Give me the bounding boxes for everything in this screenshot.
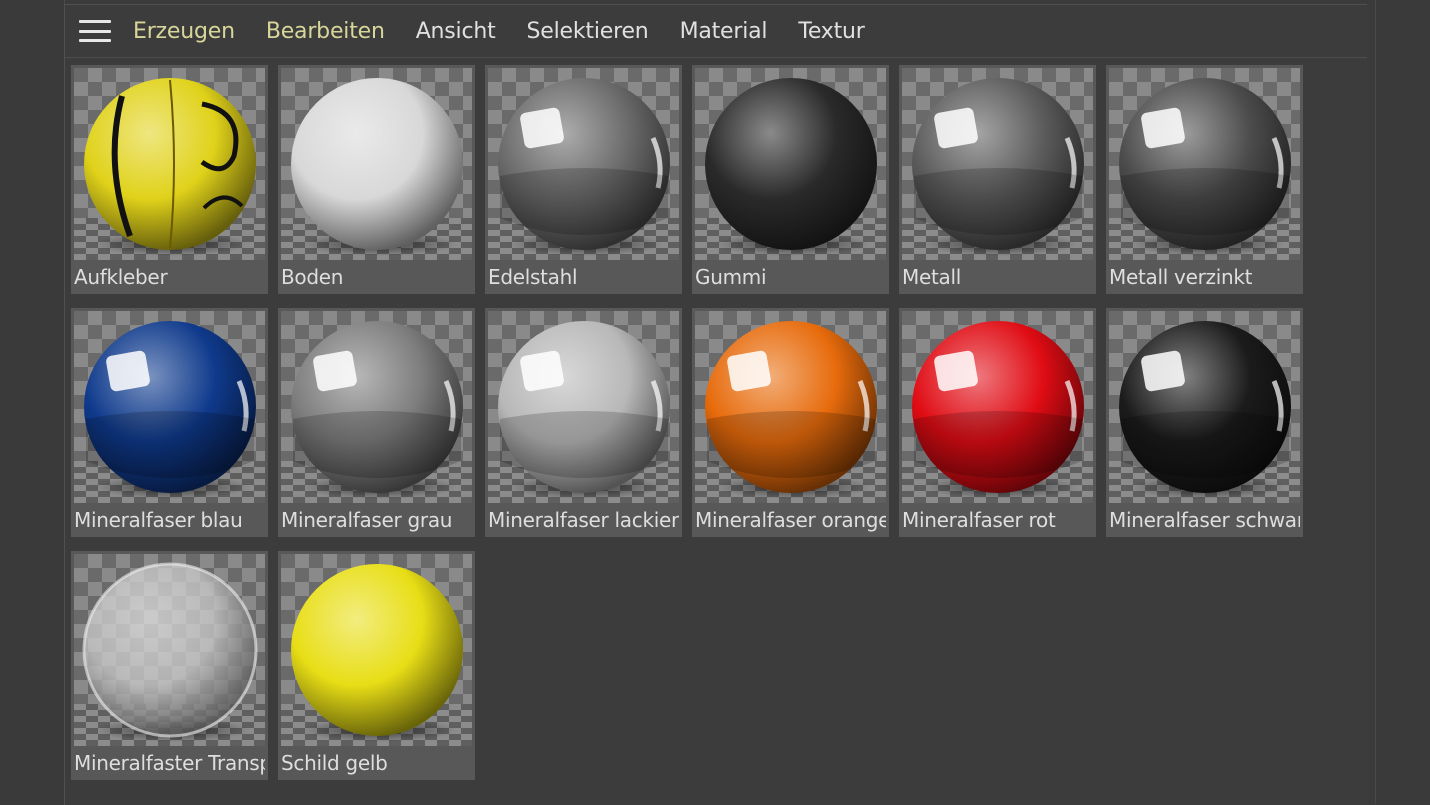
material-grid: Aufkleber Boden Edelstahl Gummi Metall M… — [71, 65, 1303, 780]
material-preview — [281, 554, 472, 746]
material-manager-menubar: Erzeugen Bearbeiten Ansicht Selektieren … — [65, 5, 1367, 58]
material-sphere-icon — [74, 68, 265, 260]
material-name: Schild gelb — [281, 751, 388, 775]
material-tile[interactable]: Edelstahl — [485, 65, 682, 294]
material-sphere-icon — [74, 311, 265, 503]
material-tile[interactable]: Metall — [899, 65, 1096, 294]
material-tile[interactable]: Mineralfaser orange — [692, 308, 889, 537]
right-panel-edge — [1375, 0, 1430, 804]
material-sphere-icon — [902, 311, 1093, 503]
material-preview — [488, 311, 679, 503]
material-sphere-icon — [281, 68, 472, 260]
material-preview — [281, 68, 472, 260]
material-name: Mineralfaser grau — [281, 508, 453, 532]
material-preview — [74, 311, 265, 503]
material-name: Mineralfaster Transparent — [74, 751, 265, 775]
material-tile[interactable]: Mineralfaser grau — [278, 308, 475, 537]
material-preview — [1109, 311, 1300, 503]
material-name: Mineralfaser lackiert — [488, 508, 679, 532]
material-preview — [74, 68, 265, 260]
material-name: Mineralfaser blau — [74, 508, 243, 532]
material-name: Mineralfaser rot — [902, 508, 1056, 532]
material-manager-panel: Erzeugen Bearbeiten Ansicht Selektieren … — [64, 4, 1367, 805]
material-name: Edelstahl — [488, 265, 578, 289]
material-preview — [488, 68, 679, 260]
material-tile[interactable]: Aufkleber — [71, 65, 268, 294]
material-sphere-icon — [1109, 311, 1300, 503]
material-name: Gummi — [695, 265, 767, 289]
material-sphere-icon — [902, 68, 1093, 260]
material-name: Mineralfaser orange — [695, 508, 886, 532]
material-tile[interactable]: Mineralfaster Transparent — [71, 551, 268, 780]
material-preview — [902, 311, 1093, 503]
menu-selektieren[interactable]: Selektieren — [527, 19, 649, 44]
menu-erzeugen[interactable]: Erzeugen — [133, 19, 235, 44]
material-sphere-icon — [281, 554, 472, 746]
material-name: Metall verzinkt — [1109, 265, 1253, 289]
material-name: Metall — [902, 265, 961, 289]
material-tile[interactable]: Gummi — [692, 65, 889, 294]
left-panel-edge — [0, 0, 65, 804]
material-sphere-icon — [695, 311, 886, 503]
material-sphere-icon — [74, 554, 265, 746]
material-tile[interactable]: Metall verzinkt — [1106, 65, 1303, 294]
material-sphere-icon — [488, 68, 679, 260]
material-name: Mineralfaser schwarz — [1109, 508, 1300, 532]
material-preview — [74, 554, 265, 746]
material-tile[interactable]: Schild gelb — [278, 551, 475, 780]
material-tile[interactable]: Mineralfaser blau — [71, 308, 268, 537]
material-preview — [695, 68, 886, 260]
menu-ansicht[interactable]: Ansicht — [416, 19, 496, 44]
menu-textur[interactable]: Textur — [798, 19, 864, 44]
material-sphere-icon — [488, 311, 679, 503]
material-tile[interactable]: Mineralfaser lackiert — [485, 308, 682, 537]
material-sphere-icon — [695, 68, 886, 260]
menu-bearbeiten[interactable]: Bearbeiten — [266, 19, 385, 44]
material-sphere-icon — [1109, 68, 1300, 260]
material-preview — [281, 311, 472, 503]
hamburger-menu-icon[interactable] — [79, 20, 111, 42]
menu-material[interactable]: Material — [680, 19, 768, 44]
material-tile[interactable]: Mineralfaser rot — [899, 308, 1096, 537]
material-tile[interactable]: Boden — [278, 65, 475, 294]
material-preview — [695, 311, 886, 503]
material-name: Aufkleber — [74, 265, 168, 289]
material-name: Boden — [281, 265, 344, 289]
material-tile[interactable]: Mineralfaser schwarz — [1106, 308, 1303, 537]
material-sphere-icon — [281, 311, 472, 503]
material-preview — [902, 68, 1093, 260]
material-preview — [1109, 68, 1300, 260]
